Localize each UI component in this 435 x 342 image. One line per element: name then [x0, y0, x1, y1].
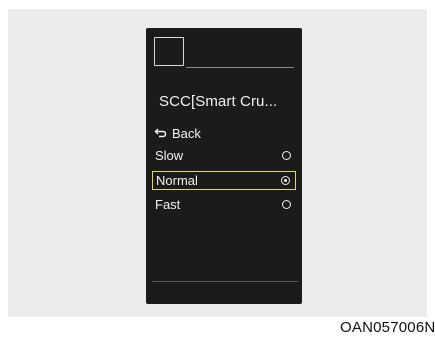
- option-normal[interactable]: Normal: [152, 171, 296, 190]
- back-label: Back: [172, 125, 201, 141]
- header-divider: [186, 67, 294, 68]
- radio-button-icon[interactable]: [282, 151, 291, 160]
- menu-title: SCC[Smart Cru...: [159, 93, 278, 110]
- square-icon: [154, 37, 184, 66]
- radio-button-icon[interactable]: [282, 200, 291, 209]
- option-label: Fast: [155, 197, 181, 212]
- option-label: Slow: [155, 148, 184, 163]
- back-button[interactable]: Back: [154, 124, 201, 142]
- figure-code: OAN057006N: [340, 319, 435, 336]
- footer-divider: [152, 281, 298, 282]
- option-label: Normal: [156, 173, 198, 188]
- cluster-display: SCC[Smart Cru... Back Slow Normal Fast: [146, 28, 302, 304]
- option-slow[interactable]: Slow: [152, 146, 296, 165]
- option-fast[interactable]: Fast: [152, 195, 296, 214]
- back-arrow-icon: [154, 128, 167, 138]
- radio-button-icon[interactable]: [281, 176, 290, 185]
